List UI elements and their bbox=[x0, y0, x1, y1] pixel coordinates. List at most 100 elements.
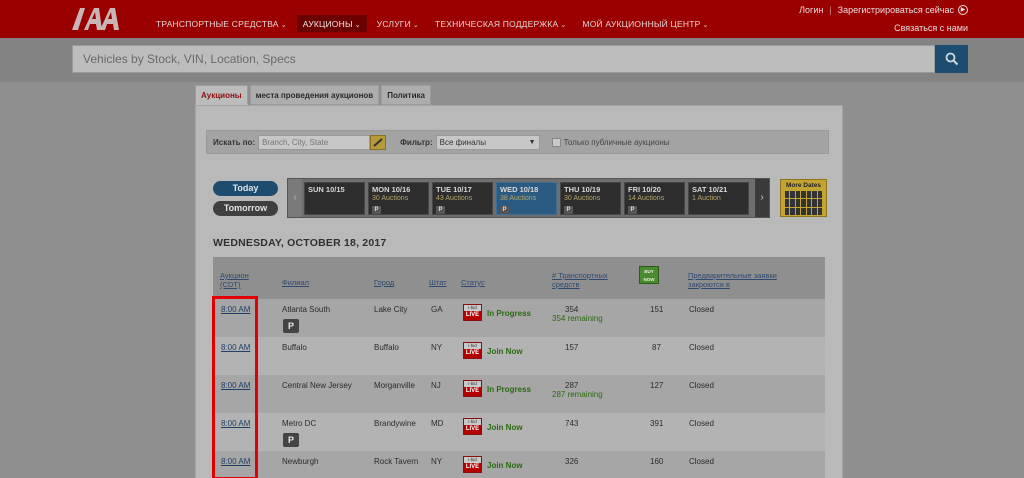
live-badge-label: LIVE bbox=[464, 349, 481, 358]
city-cell: Lake City bbox=[374, 305, 408, 314]
main-nav: ТРАНСПОРТНЫЕ СРЕДСТВА ⌄ АУКЦИОНЫ ⌄ УСЛУГИ ⌄… bbox=[150, 0, 719, 38]
live-badge-label: LIVE bbox=[464, 311, 481, 320]
parking-icon: P bbox=[500, 206, 509, 214]
date-label: THU 10/19 bbox=[564, 185, 601, 194]
date-label: TUE 10/17 bbox=[436, 185, 472, 194]
nav-support[interactable]: ТЕХНИЧЕСКАЯ ПОДДЕРЖКА ⌄ bbox=[429, 15, 572, 32]
status-text[interactable]: Join Now bbox=[487, 347, 523, 356]
state-cell: NY bbox=[431, 343, 443, 352]
chevron-down-icon: ▼ bbox=[528, 138, 536, 146]
more-dates-button[interactable]: More Dates bbox=[780, 179, 827, 217]
login-link[interactable]: Логин bbox=[799, 5, 823, 15]
status-text[interactable]: Join Now bbox=[487, 461, 523, 470]
live-badge-label: LIVE bbox=[464, 387, 481, 396]
branch-cell[interactable]: Central New Jersey bbox=[282, 381, 352, 391]
nav-label: УСЛУГИ bbox=[376, 19, 411, 29]
auction-count: 43 Auctions bbox=[436, 195, 473, 202]
tab-auctions[interactable]: Аукционы bbox=[195, 85, 248, 105]
live-badge-icon[interactable]: i-bid LIVE bbox=[463, 380, 482, 397]
nav-services[interactable]: УСЛУГИ ⌄ bbox=[371, 15, 425, 32]
chevron-right-icon[interactable]: › bbox=[755, 179, 769, 217]
search-bar bbox=[0, 38, 1024, 82]
col-status[interactable]: Статус bbox=[461, 278, 485, 287]
date-cell[interactable]: THU 10/19 30 Auctions P bbox=[560, 182, 621, 215]
live-badge-icon[interactable]: i-bid LIVE bbox=[463, 342, 482, 359]
chevron-left-icon[interactable]: ‹ bbox=[288, 179, 302, 217]
count-cell: 127 bbox=[650, 381, 664, 390]
auction-tabs: Аукционы места проведения аукционов Поли… bbox=[195, 85, 433, 105]
prebid-cell: Closed bbox=[689, 305, 714, 314]
date-cell[interactable]: SAT 10/21 1 Auction bbox=[688, 182, 749, 215]
live-badge-icon[interactable]: i-bid LIVE bbox=[463, 418, 482, 435]
live-badge-label: LIVE bbox=[464, 425, 481, 434]
nav-label: АУКЦИОНЫ bbox=[302, 19, 353, 29]
status-text[interactable]: In Progress bbox=[487, 385, 531, 394]
count-cell: 151 bbox=[650, 305, 664, 314]
prebid-cell: Closed bbox=[689, 457, 714, 466]
iaa-logo[interactable] bbox=[70, 4, 122, 32]
tab-policy[interactable]: Политика bbox=[381, 85, 431, 105]
search-by-label: Искать по: bbox=[213, 137, 256, 147]
status-text[interactable]: Join Now bbox=[487, 423, 523, 432]
branch-cell[interactable]: Buffalo bbox=[282, 343, 307, 353]
table-row: 8:00 AM Newburgh Rock Tavern NY i-bid LIV… bbox=[213, 451, 825, 478]
count-cell: 87 bbox=[652, 343, 661, 352]
live-badge-icon[interactable]: i-bid LIVE bbox=[463, 456, 482, 473]
prebid-cell: Closed bbox=[689, 419, 714, 428]
col-prebid[interactable]: Предварительные заявки закроются в bbox=[688, 271, 798, 289]
date-cell[interactable]: SUN 10/15 bbox=[304, 182, 365, 215]
col-branch[interactable]: Филиал bbox=[282, 278, 309, 287]
today-button[interactable]: Today bbox=[213, 181, 278, 196]
nav-auctions[interactable]: АУКЦИОНЫ ⌄ bbox=[296, 15, 367, 32]
col-city[interactable]: Город bbox=[374, 278, 394, 287]
filter-value: Все финалы bbox=[439, 137, 486, 147]
table-row: 8:00 AM Metro DC P Brandywine MD i-bid LI… bbox=[213, 413, 825, 451]
auction-count: 1 Auction bbox=[692, 195, 721, 202]
city-cell: Brandywine bbox=[374, 419, 416, 428]
contact-link[interactable]: Связаться с нами bbox=[894, 23, 968, 33]
tomorrow-button[interactable]: Tomorrow bbox=[213, 201, 278, 216]
col-state[interactable]: Штат bbox=[429, 278, 447, 287]
date-cell-selected[interactable]: WED 10/18 38 Auctions P bbox=[496, 182, 557, 215]
prebid-cell: Closed bbox=[689, 381, 714, 390]
branch-cell[interactable]: Newburgh bbox=[282, 457, 318, 467]
auction-count: 14 Auctions bbox=[628, 195, 665, 202]
col-vehicles[interactable]: # Транспортных средств bbox=[552, 271, 614, 289]
table-row: 8:00 AM Buffalo Buffalo NY i-bid LIVE Joi… bbox=[213, 337, 825, 375]
chevron-down-icon: ⌄ bbox=[560, 22, 567, 29]
state-cell: MD bbox=[431, 419, 444, 428]
live-badge-icon[interactable]: i-bid LIVE bbox=[463, 304, 482, 321]
location-search-button[interactable] bbox=[370, 134, 387, 150]
public-only-label: Только публичные аукционы bbox=[563, 137, 670, 147]
location-input[interactable] bbox=[258, 134, 371, 150]
filter-label: Фильтр: bbox=[400, 137, 433, 147]
auction-count: 30 Auctions bbox=[372, 195, 409, 202]
branch-cell[interactable]: Metro DC bbox=[282, 419, 316, 429]
status-text[interactable]: In Progress bbox=[487, 309, 531, 318]
filter-bar: Искать по: Фильтр: Все финалы ▼ Только п… bbox=[206, 130, 829, 154]
search-input[interactable] bbox=[72, 45, 935, 73]
search-button[interactable] bbox=[935, 45, 968, 73]
tab-auction-locations[interactable]: места проведения аукционов bbox=[249, 85, 380, 105]
count-cell: 160 bbox=[650, 457, 664, 466]
filter-select[interactable]: Все финалы ▼ bbox=[435, 134, 540, 150]
parking-icon: P bbox=[372, 206, 381, 214]
register-link[interactable]: Зарегистрироваться сейчас bbox=[838, 5, 954, 15]
auction-count: 38 Auctions bbox=[500, 195, 537, 202]
date-label: WED 10/18 bbox=[500, 185, 539, 194]
auction-count: 30 Auctions bbox=[564, 195, 601, 202]
buy-now-badge: BUY NOW bbox=[639, 266, 659, 284]
parking-icon: P bbox=[283, 319, 299, 333]
branch-cell[interactable]: Atlanta South bbox=[282, 305, 330, 315]
date-cell[interactable]: FRI 10/20 14 Auctions P bbox=[624, 182, 685, 215]
date-cell[interactable]: MON 10/16 30 Auctions P bbox=[368, 182, 429, 215]
col-auction[interactable]: Аукцион (CDT) bbox=[220, 271, 262, 289]
nav-label: ТЕХНИЧЕСКАЯ ПОДДЕРЖКА bbox=[435, 19, 559, 29]
nav-vehicles[interactable]: ТРАНСПОРТНЫЕ СРЕДСТВА ⌄ bbox=[150, 15, 293, 32]
state-cell: GA bbox=[431, 305, 443, 314]
arrow-right-circle-icon[interactable]: ▶ bbox=[958, 5, 968, 15]
vehicles-cell: 157 bbox=[565, 343, 579, 352]
public-only-checkbox[interactable] bbox=[551, 137, 561, 147]
date-cell[interactable]: TUE 10/17 43 Auctions P bbox=[432, 182, 493, 215]
nav-my-center[interactable]: МОЙ АУКЦИОННЫЙ ЦЕНТР ⌄ bbox=[576, 15, 714, 32]
